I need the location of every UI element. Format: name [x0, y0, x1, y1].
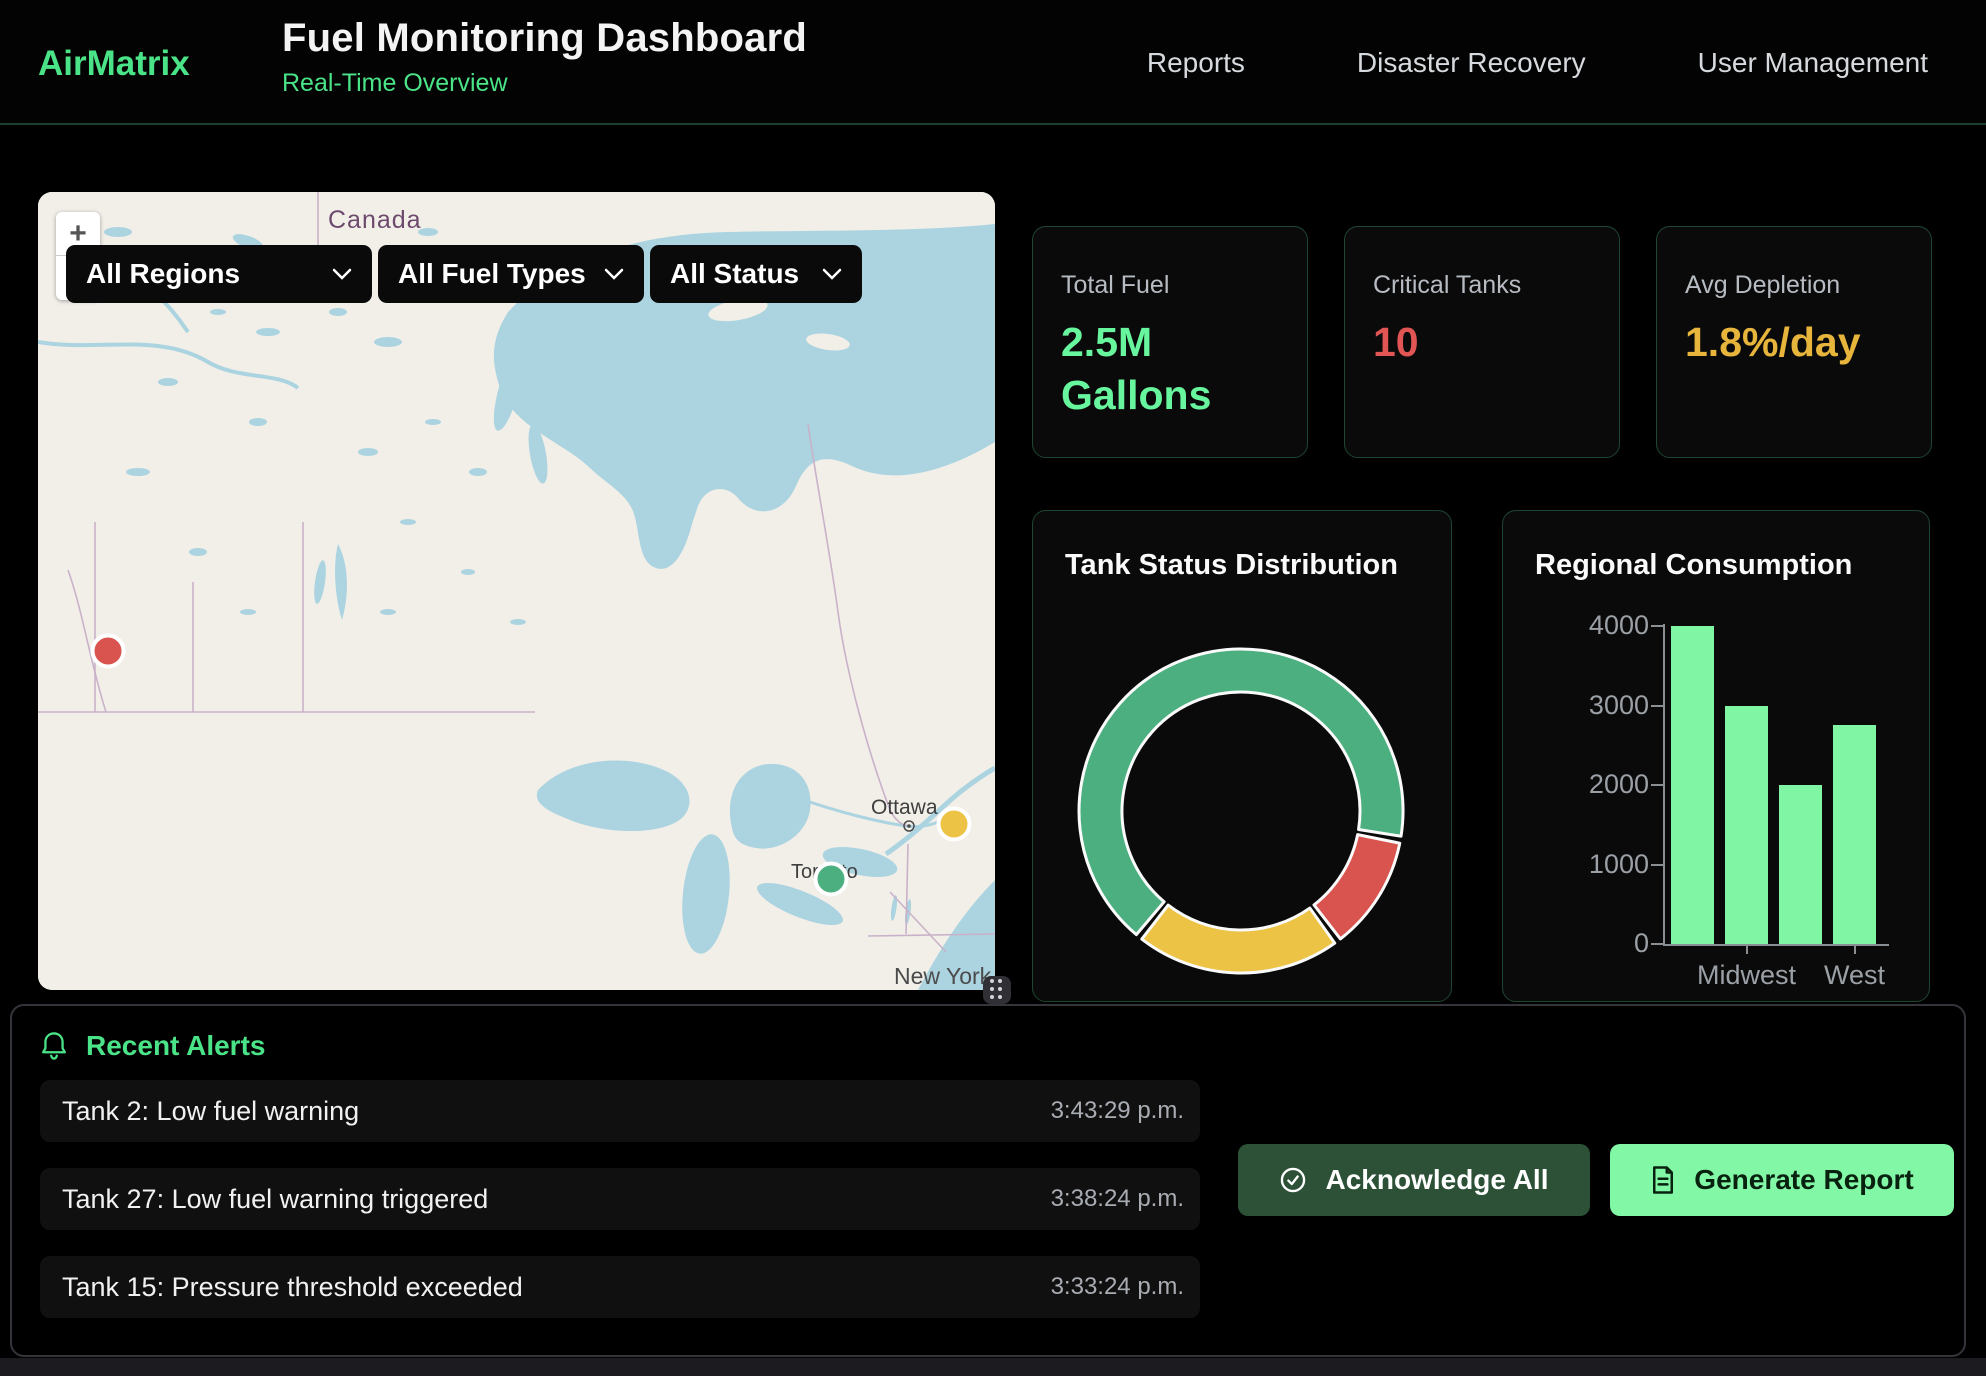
normal-tank-marker[interactable] [816, 864, 847, 895]
tank-status-chart-card: Tank Status Distribution [1032, 510, 1452, 1002]
map-svg: Canada Ottawa Toronto New York [38, 192, 995, 990]
title-block: Fuel Monitoring Dashboard Real-Time Over… [282, 16, 807, 98]
kpi-row: Total Fuel 2.5M Gallons Critical Tanks 1… [1032, 226, 1932, 458]
y-tick-label: 0 [1521, 928, 1649, 959]
map-canvas[interactable]: Canada Ottawa Toronto New York + − All R… [38, 192, 995, 990]
status-filter-dropdown[interactable]: All Status [650, 245, 862, 303]
bar-west [1833, 725, 1876, 944]
map-resize-handle[interactable] [983, 976, 1011, 1004]
donut-segment-warning [1142, 905, 1335, 973]
alert-message: Tank 27: Low fuel warning triggered [62, 1184, 488, 1215]
chevron-down-icon [604, 268, 624, 280]
alert-row[interactable]: Tank 15: Pressure threshold exceeded 3:3… [40, 1256, 1200, 1318]
x-tick-label: West [1775, 960, 1935, 991]
y-tick-mark [1651, 705, 1663, 707]
chevron-down-icon [822, 268, 842, 280]
app-logo: AirMatrix [38, 44, 190, 84]
bar-northeast [1671, 626, 1714, 944]
kpi-value: 10 [1373, 316, 1563, 369]
recent-alerts-panel: Recent Alerts Tank 2: Low fuel warning 3… [10, 1004, 1966, 1357]
acknowledge-all-button[interactable]: Acknowledge All [1238, 1144, 1590, 1216]
alert-timestamp: 3:33:24 p.m. [1051, 1273, 1184, 1301]
x-tick-mark [1854, 944, 1856, 954]
alerts-header: Recent Alerts [40, 1030, 265, 1062]
map-label-capital: Ottawa [871, 796, 938, 819]
y-tick-mark [1651, 864, 1663, 866]
kpi-value: 2.5M Gallons [1061, 316, 1251, 423]
y-tick-label: 1000 [1521, 849, 1649, 880]
status-filter-label: All Status [670, 258, 799, 290]
fuel-type-filter-label: All Fuel Types [398, 258, 586, 290]
alert-row[interactable]: Tank 2: Low fuel warning 3:43:29 p.m. [40, 1080, 1200, 1142]
region-filter-label: All Regions [86, 258, 240, 290]
nav-item-user-management[interactable]: User Management [1698, 47, 1928, 79]
app-header: AirMatrix Fuel Monitoring Dashboard Real… [0, 0, 1986, 125]
kpi-value: 1.8%/day [1685, 316, 1875, 369]
warning-tank-marker[interactable] [939, 809, 970, 840]
y-axis [1663, 624, 1665, 946]
y-tick-mark [1651, 943, 1663, 945]
kpi-card-critical-tanks: Critical Tanks 10 [1344, 226, 1620, 458]
kpi-card-total-fuel: Total Fuel 2.5M Gallons [1032, 226, 1308, 458]
charts-row: Tank Status Distribution Regional Consum… [1032, 510, 1930, 1002]
nav-item-disaster-recovery[interactable]: Disaster Recovery [1357, 47, 1586, 79]
kpi-label: Total Fuel [1061, 271, 1279, 300]
y-tick-mark [1651, 625, 1663, 627]
alert-row[interactable]: Tank 27: Low fuel warning triggered 3:38… [40, 1168, 1200, 1230]
generate-report-button[interactable]: Generate Report [1610, 1144, 1954, 1216]
y-tick-label: 3000 [1521, 690, 1649, 721]
chevron-down-icon [332, 268, 352, 280]
tank-status-donut-chart [1033, 511, 1453, 1003]
page-bottom-strip [0, 1358, 1986, 1376]
page-subtitle: Real-Time Overview [282, 69, 807, 98]
alert-timestamp: 3:38:24 p.m. [1051, 1185, 1184, 1213]
acknowledge-all-label: Acknowledge All [1325, 1164, 1548, 1196]
y-tick-label: 2000 [1521, 769, 1649, 800]
bell-icon [40, 1030, 68, 1062]
fuel-type-filter-dropdown[interactable]: All Fuel Types [378, 245, 644, 303]
region-filter-dropdown[interactable]: All Regions [66, 245, 372, 303]
bar-midwest [1725, 706, 1768, 945]
bar-south [1779, 785, 1822, 944]
ottawa-town-dot-center [907, 824, 911, 828]
page-title: Fuel Monitoring Dashboard [282, 16, 807, 61]
kpi-card-avg-depletion: Avg Depletion 1.8%/day [1656, 226, 1932, 458]
check-circle-icon [1279, 1166, 1307, 1194]
alert-message: Tank 2: Low fuel warning [62, 1096, 359, 1127]
alert-message: Tank 15: Pressure threshold exceeded [62, 1272, 523, 1303]
kpi-label: Avg Depletion [1685, 271, 1903, 300]
regional-consumption-bar-chart: 01000200030004000MidwestWest [1503, 511, 1929, 1001]
map-filters: All Regions All Fuel Types All Status [66, 245, 862, 303]
map-section: Canada Ottawa Toronto New York + − All R… [38, 192, 995, 990]
document-icon [1650, 1165, 1676, 1195]
alerts-title: Recent Alerts [86, 1030, 265, 1062]
y-tick-mark [1651, 784, 1663, 786]
nav-item-reports[interactable]: Reports [1147, 47, 1245, 79]
generate-report-label: Generate Report [1694, 1164, 1913, 1196]
kpi-label: Critical Tanks [1373, 271, 1591, 300]
regional-consumption-chart-card: Regional Consumption 01000200030004000Mi… [1502, 510, 1930, 1002]
donut-segment-critical [1314, 835, 1400, 939]
top-navigation: Reports Disaster Recovery User Managemen… [1147, 0, 1928, 125]
y-tick-label: 4000 [1521, 610, 1649, 641]
x-tick-mark [1746, 944, 1748, 954]
alert-timestamp: 3:43:29 p.m. [1051, 1097, 1184, 1125]
map-label-city-us: New York [894, 963, 992, 989]
critical-tank-marker[interactable] [93, 636, 124, 667]
map-label-country: Canada [328, 206, 422, 234]
